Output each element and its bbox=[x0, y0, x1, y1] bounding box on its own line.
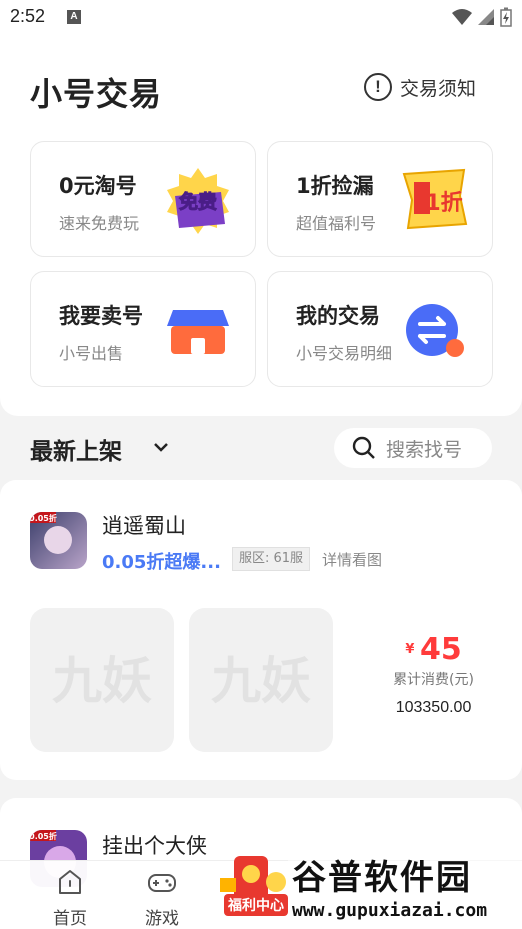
gamepad-icon bbox=[148, 874, 176, 892]
screenshot-thumbnail[interactable]: 九妖 bbox=[30, 608, 174, 752]
site-watermark: 谷普软件园 www.gupuxiazai.com bbox=[288, 848, 522, 926]
search-placeholder: 搜索找号 bbox=[386, 438, 463, 461]
nav-label: 首页 bbox=[53, 909, 87, 929]
exchange-icon bbox=[406, 304, 464, 357]
card-title: 我要卖号 bbox=[59, 304, 143, 328]
search-input[interactable]: 搜索找号 bbox=[334, 428, 492, 468]
card-sell-account[interactable]: 我要卖号 小号出售 bbox=[30, 271, 256, 387]
game-icon: 0.05折 bbox=[30, 512, 87, 569]
watermark-logo-text: 九妖 bbox=[52, 652, 152, 710]
free-badge-icon: 免费 bbox=[167, 168, 229, 234]
exclamation-circle-icon: ! bbox=[363, 73, 392, 101]
page-title: 小号交易 bbox=[30, 75, 163, 113]
card-subtitle: 小号出售 bbox=[59, 344, 124, 363]
game-name: 逍遥蜀山 bbox=[102, 514, 186, 538]
game-icon-badge: 0.05折 bbox=[30, 831, 57, 841]
trade-notice-label: 交易须知 bbox=[399, 77, 476, 100]
search-icon bbox=[352, 436, 375, 459]
card-subtitle: 小号交易明细 bbox=[296, 344, 393, 363]
watermark-title: 谷普软件园 bbox=[292, 858, 472, 898]
watermark-logo-text: 九妖 bbox=[211, 652, 311, 710]
signal-icon bbox=[478, 9, 494, 25]
card-subtitle: 超值福利号 bbox=[296, 214, 377, 233]
card-my-trades[interactable]: 我的交易 小号交易明细 bbox=[267, 271, 493, 387]
spent-value: 103350.00 bbox=[395, 699, 472, 716]
section-header: 最新上架 搜索找号 bbox=[0, 418, 522, 478]
home-icon bbox=[59, 870, 81, 894]
game-tag: 0.05折超爆... bbox=[102, 552, 221, 573]
card-free-account[interactable]: 0元淘号 速来免费玩 免费 bbox=[30, 141, 256, 257]
nav-item-home[interactable]: 首页 bbox=[40, 867, 100, 929]
game-name: 挂出个大侠 bbox=[102, 834, 207, 858]
server-badge: 服区: 61服 bbox=[232, 547, 311, 571]
status-bar: 2:52 A bbox=[0, 0, 522, 36]
status-icons bbox=[452, 7, 512, 27]
card-title: 我的交易 bbox=[296, 304, 380, 328]
watermark-url: www.gupuxiazai.com bbox=[292, 900, 488, 921]
card-discount-account[interactable]: 1折捡漏 超值福利号 1折 bbox=[267, 141, 493, 257]
currency-symbol: ¥ bbox=[405, 642, 415, 657]
status-time: 2:52 bbox=[10, 6, 46, 26]
card-subtitle: 速来免费玩 bbox=[59, 214, 140, 233]
notification-icon: A bbox=[67, 10, 81, 24]
detail-text: 详情看图 bbox=[322, 551, 383, 569]
nav-label: 游戏 bbox=[145, 909, 179, 929]
battery-icon bbox=[500, 7, 512, 27]
trade-notice-button[interactable]: ! 交易须知 bbox=[363, 73, 476, 101]
nav-item-games[interactable]: 游戏 bbox=[132, 867, 192, 929]
spent-label: 累计消费(元) bbox=[393, 672, 474, 688]
shop-icon bbox=[167, 310, 229, 354]
game-icon-badge: 0.05折 bbox=[30, 513, 57, 523]
top-panel: 小号交易 ! 交易须知 0元淘号 速来免费玩 免费 1折捡漏 超值福利号 1折 … bbox=[0, 36, 522, 416]
welfare-center-label: 福利中心 bbox=[224, 894, 288, 916]
latest-listings-title[interactable]: 最新上架 bbox=[30, 432, 122, 466]
price-block: ¥ 45 累计消费(元) 103350.00 bbox=[393, 632, 474, 717]
card-badge-text: 1折 bbox=[425, 191, 462, 216]
price: ¥ 45 bbox=[393, 632, 474, 667]
card-title: 0元淘号 bbox=[59, 174, 137, 198]
listing-card[interactable]: 0.05折 逍遥蜀山 0.05折超爆... 服区: 61服 详情看图 九妖 九妖… bbox=[0, 480, 522, 780]
card-badge-text: 免费 bbox=[179, 190, 217, 213]
chevron-down-icon[interactable] bbox=[152, 438, 170, 456]
discount-flag-icon: 1折 bbox=[402, 168, 468, 230]
card-title: 1折捡漏 bbox=[296, 174, 374, 198]
screenshot-thumbnail[interactable]: 九妖 bbox=[189, 608, 333, 752]
wifi-icon bbox=[452, 9, 472, 25]
price-value: 45 bbox=[419, 632, 462, 667]
